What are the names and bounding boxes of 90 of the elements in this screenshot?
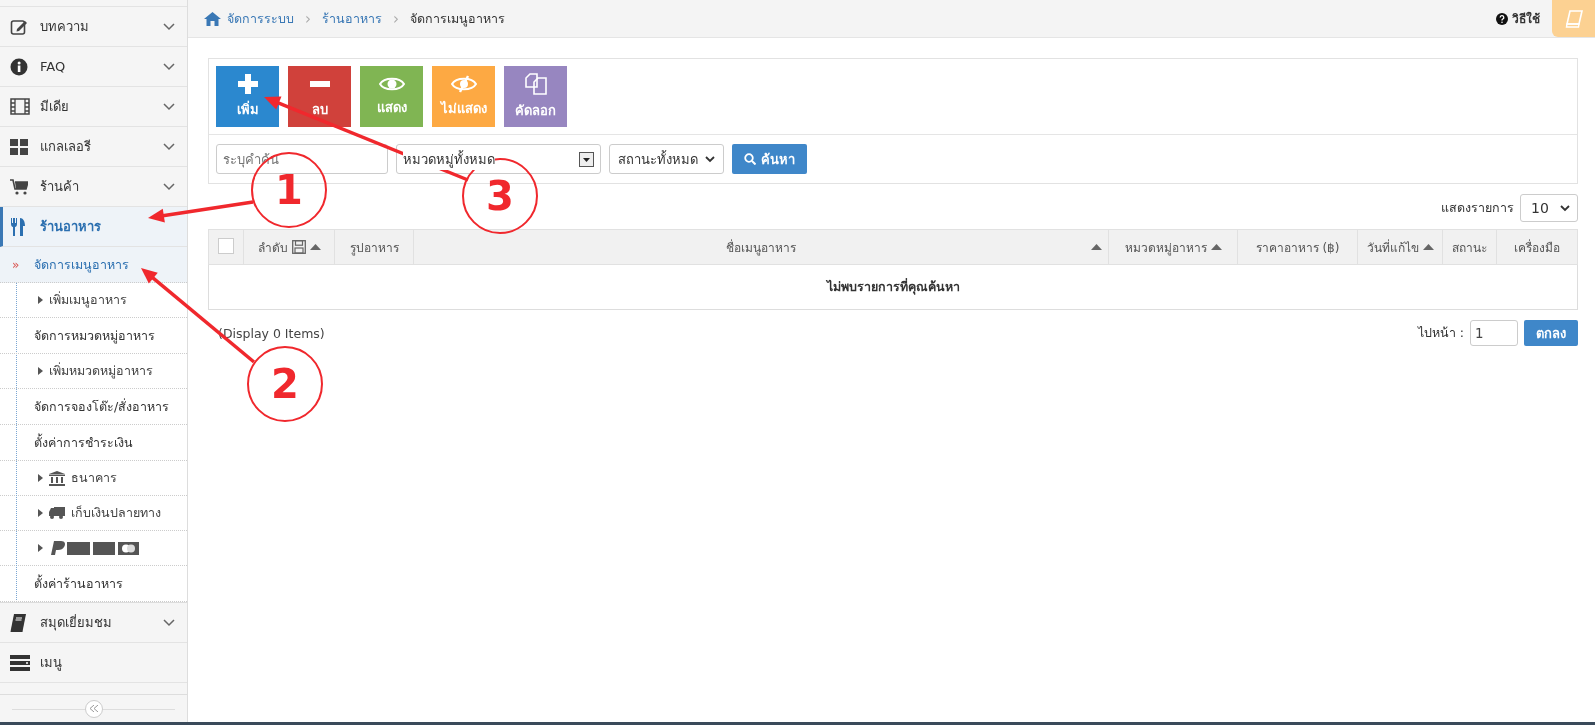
column-header[interactable]: หมวดหมู่อาหาร: [1108, 229, 1238, 265]
sidebar-item[interactable]: FAQ: [0, 47, 187, 87]
search-button[interactable]: ค้นหา: [732, 144, 807, 174]
bank-icon: [49, 470, 65, 486]
submenu-item[interactable]: ตั้งค่าร้านอาหาร: [0, 566, 187, 602]
chevron-down-icon: [163, 618, 175, 627]
go-button[interactable]: ตกลง: [1524, 320, 1578, 346]
sort-up-icon[interactable]: [1210, 244, 1222, 250]
breadcrumb-link[interactable]: ร้านอาหาร: [322, 8, 382, 29]
go-to-page-label: ไปหน้า :: [1417, 324, 1464, 342]
chevron-down-icon: [705, 155, 715, 163]
breadcrumb-separator: ›: [392, 9, 400, 28]
checkbox[interactable]: [218, 237, 234, 254]
chevron-down-icon: [163, 22, 175, 31]
plus-icon: [237, 73, 258, 94]
column-label: ลำดับ: [257, 239, 288, 257]
column-label: สถานะ: [1452, 239, 1487, 257]
active-marker: »: [12, 257, 20, 272]
submenu-item[interactable]: เก็บเงินปลายทาง: [0, 496, 187, 531]
home-icon: [204, 11, 221, 26]
breadcrumb-link[interactable]: จัดการระบบ: [227, 8, 294, 29]
submenu-item[interactable]: เพิ่มหมวดหมู่อาหาร: [0, 354, 187, 389]
book-icon: [10, 613, 26, 632]
page-number-field[interactable]: 1: [1470, 320, 1518, 346]
column-header[interactable]: ลำดับ: [243, 229, 335, 265]
page-size-label: แสดงรายการ: [1441, 199, 1514, 217]
menu-icon: [10, 654, 30, 671]
sort-up-icon[interactable]: [309, 244, 321, 250]
sidebar-item[interactable]: บทความ: [0, 7, 187, 47]
category-select[interactable]: หมวดหมู่ทั้งหมด: [396, 144, 601, 174]
add-button[interactable]: เพิ่ม: [216, 66, 279, 127]
submenu-item[interactable]: ตั้งค่าการชำระเงิน: [0, 425, 187, 461]
sidebar-item[interactable]: ร้านอาหาร: [0, 207, 187, 247]
chevron-down-icon: [163, 102, 175, 111]
cart-icon: [10, 178, 28, 195]
eye-slash-icon: [450, 74, 477, 93]
column-label: ราคาอาหาร (฿): [1255, 239, 1340, 257]
copy-icon: [524, 72, 547, 95]
column-label: วันที่แก้ไข: [1366, 238, 1419, 257]
column-label: ชื่อเมนูอาหาร: [726, 238, 796, 257]
search-icon: [744, 153, 756, 165]
submenu-item[interactable]: จัดการจองโต๊ะ/สั่งอาหาร: [0, 389, 187, 425]
save-icon[interactable]: [291, 240, 306, 254]
page-size-select[interactable]: 10: [1520, 194, 1578, 222]
sort-up-icon[interactable]: [1091, 244, 1102, 250]
category-value: หมวดหมู่ทั้งหมด: [403, 148, 495, 170]
caret-right-icon: [38, 296, 43, 304]
sidebar-item[interactable]: แกลเลอรี: [0, 127, 187, 167]
help-link[interactable]: วิธีใช้: [1496, 9, 1540, 28]
column-label: รูปอาหาร: [349, 239, 399, 257]
chevron-down-icon: [163, 62, 175, 71]
chevron-down-icon: [1560, 204, 1570, 212]
caret-right-icon: [38, 367, 43, 375]
submenu-item[interactable]: เพิ่มเมนูอาหาร: [0, 283, 187, 318]
minus-icon: [309, 80, 330, 87]
column-header[interactable]: วันที่แก้ไข: [1357, 229, 1443, 265]
chevron-down-icon: [163, 142, 175, 151]
column-label: เครื่องมือ: [1514, 238, 1560, 257]
truck-icon: [49, 507, 65, 519]
status-select[interactable]: สถานะทั้งหมด: [609, 144, 724, 174]
caret-right-icon: [38, 544, 43, 552]
sidebar-item[interactable]: สมุดเยี่ยมชม: [0, 603, 187, 643]
edit-icon: [10, 17, 28, 36]
eye-icon: [378, 75, 405, 92]
item-count: (Display 0 Items): [217, 325, 325, 341]
grid-icon: [10, 138, 28, 155]
sidebar-item[interactable]: มีเดีย: [0, 87, 187, 127]
column-header[interactable]: ชื่อเมนูอาหาร: [413, 229, 1109, 265]
empty-message: ไม่พบรายการที่คุณค้นหา: [208, 264, 1578, 310]
payment-cards-icon: [49, 540, 139, 556]
breadcrumb-current: จัดการเมนูอาหาร: [410, 9, 505, 29]
submenu-item[interactable]: ธนาคาร: [0, 461, 187, 496]
sidebar-item[interactable]: เมนู: [0, 643, 187, 683]
caret-right-icon: [38, 474, 43, 482]
number-callout: 2: [247, 346, 323, 422]
double-chevron-left-icon: [89, 705, 98, 712]
delete-button[interactable]: ลบ: [288, 66, 351, 127]
submenu-item[interactable]: » จัดการเมนูอาหาร: [0, 247, 187, 283]
submenu-item[interactable]: จัดการหมวดหมู่อาหาร: [0, 318, 187, 354]
help-icon: [1496, 12, 1508, 25]
breadcrumb-separator: ›: [304, 9, 312, 28]
fork-knife-icon: [10, 217, 26, 236]
caret-right-icon: [38, 509, 43, 517]
sort-up-icon[interactable]: [1422, 244, 1434, 250]
film-icon: [10, 98, 30, 115]
chevron-down-icon: [163, 182, 175, 191]
column-label: หมวดหมู่อาหาร: [1124, 239, 1207, 257]
info-icon: [10, 57, 28, 76]
book-icon: [1564, 9, 1583, 28]
sidebar-item[interactable]: ร้านค้า: [0, 167, 187, 207]
